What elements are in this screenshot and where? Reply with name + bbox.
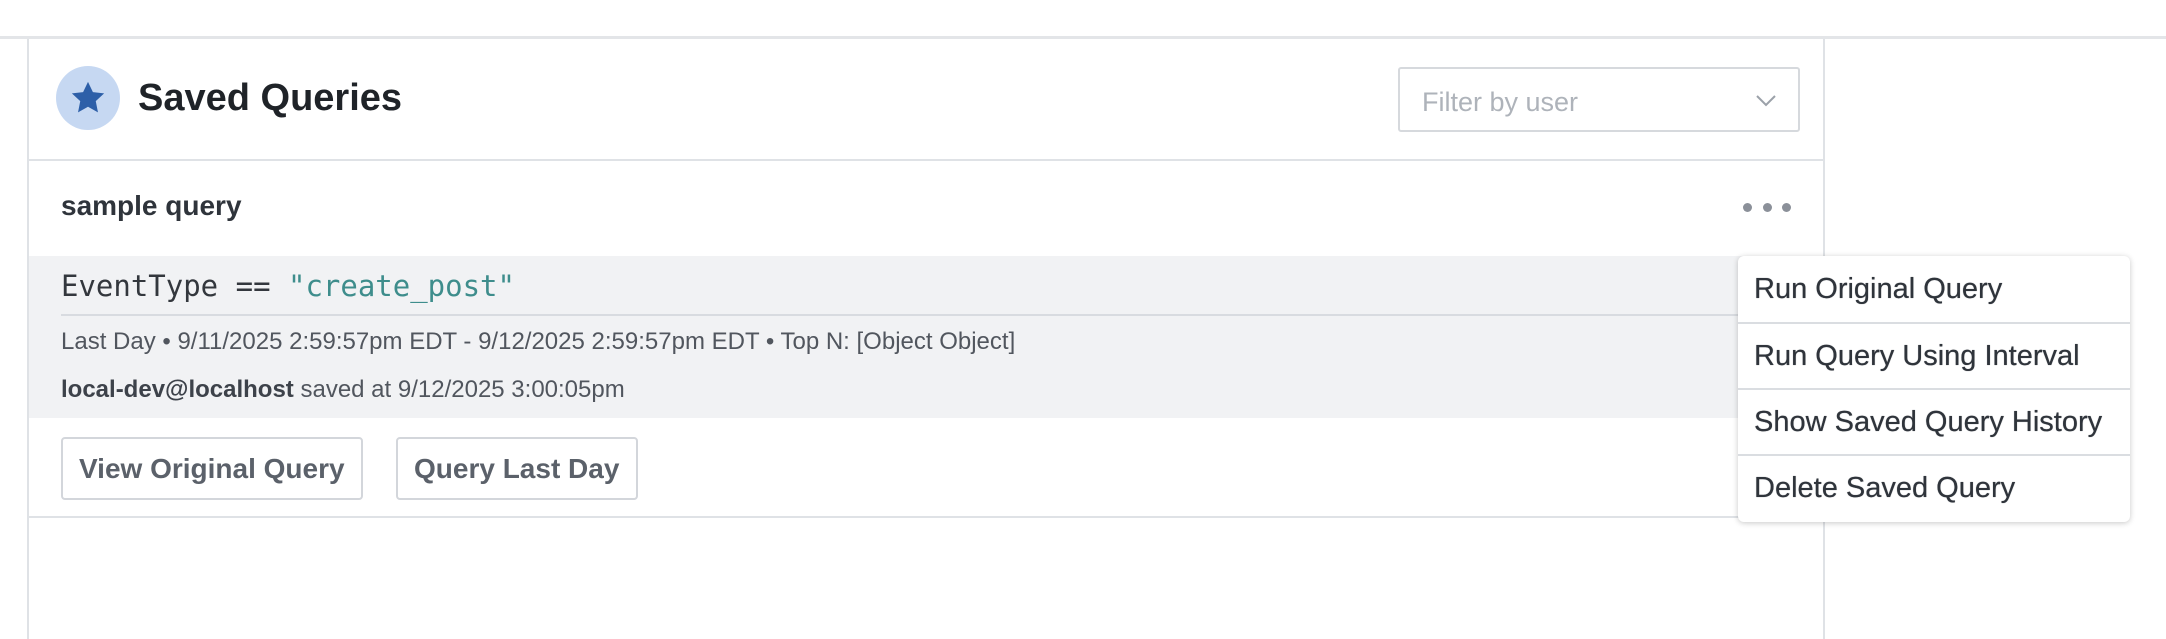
query-code: EventType == "create_post" [61, 268, 515, 304]
menu-item-delete-saved-query[interactable]: Delete Saved Query [1738, 454, 2130, 520]
saved-queries-panel: Saved Queries Filter by user sample quer… [27, 39, 1825, 639]
query-saved-info: local-dev@localhost saved at 9/12/2025 3… [61, 374, 625, 406]
saved-at-text: saved at 9/12/2025 3:00:05pm [300, 376, 625, 403]
chevron-down-icon [1756, 95, 1776, 107]
view-original-query-button[interactable]: View Original Query [61, 437, 363, 500]
saved-by-user: local-dev@localhost [61, 376, 294, 403]
menu-item-show-saved-query-history[interactable]: Show Saved Query History [1738, 388, 2130, 454]
code-string-value: "create_post" [288, 269, 515, 303]
code-field: EventType [61, 269, 219, 303]
filter-by-user-select[interactable]: Filter by user [1398, 67, 1800, 132]
query-name: sample query [61, 190, 242, 221]
divider [61, 314, 1761, 316]
filter-placeholder: Filter by user [1422, 87, 1579, 117]
panel-header: Saved Queries Filter by user [29, 39, 1823, 161]
code-operator: == [235, 269, 271, 303]
dot [1762, 202, 1772, 212]
dot [1743, 202, 1752, 212]
menu-item-run-original-query[interactable]: Run Original Query [1738, 256, 2130, 322]
query-time-range: Last Day • 9/11/2025 2:59:57pm EDT - 9/1… [61, 328, 1016, 355]
query-actions-menu: Run Original Query Run Query Using Inter… [1738, 256, 2130, 522]
saved-query-card: sample query EventType == "create_post" … [29, 161, 1823, 518]
more-horizontal-icon[interactable] [1743, 197, 1791, 217]
query-last-day-button[interactable]: Query Last Day [396, 437, 638, 500]
star-icon [56, 66, 120, 130]
menu-item-run-query-using-interval[interactable]: Run Query Using Interval [1738, 322, 2130, 388]
dot [1782, 202, 1791, 212]
page-title: Saved Queries [138, 77, 403, 119]
query-details: EventType == "create_post" Last Day • 9/… [29, 256, 1823, 418]
